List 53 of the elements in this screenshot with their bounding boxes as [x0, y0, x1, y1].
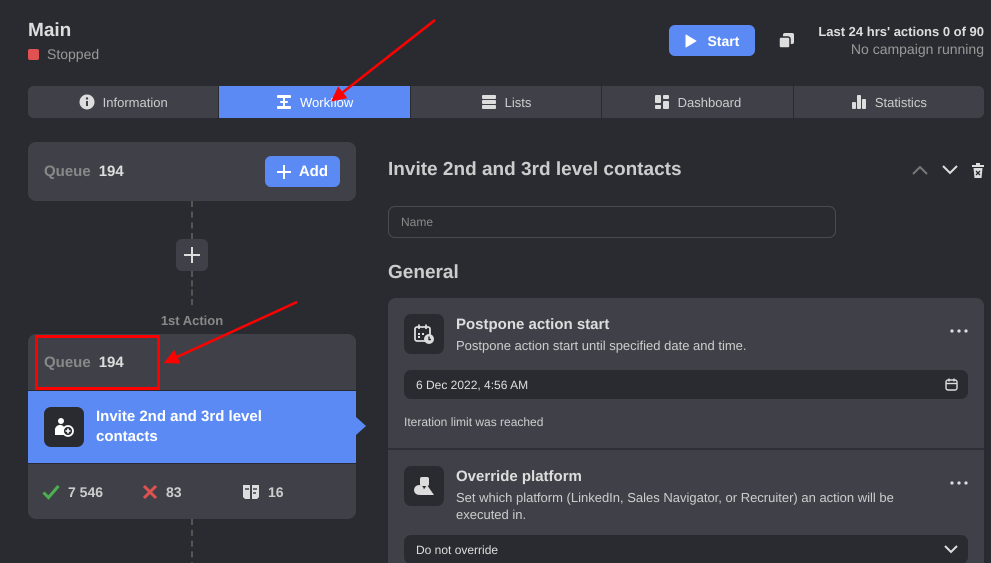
info-icon: [78, 94, 95, 110]
queue-count: 194: [98, 354, 124, 370]
dashboard-icon: [654, 94, 670, 110]
pointer-notch: [356, 417, 366, 435]
workflow-icon: [276, 94, 292, 110]
add-button[interactable]: Add: [264, 156, 340, 187]
chevron-down-icon: [944, 545, 958, 554]
status-label: Stopped: [47, 46, 100, 62]
queue-label: Queue: [44, 354, 91, 370]
plus-icon: [276, 164, 291, 178]
platform-dropdown[interactable]: Do not override: [404, 535, 968, 563]
stat-value: 83: [166, 484, 182, 500]
add-step-button[interactable]: [176, 239, 208, 271]
chevron-up-icon[interactable]: [912, 165, 928, 175]
tab[interactable]: Workflow: [219, 86, 411, 118]
check-icon: [42, 484, 60, 500]
more-icon: [950, 328, 968, 332]
add-person-icon: [53, 416, 75, 438]
campaign-title: Main: [28, 20, 72, 42]
bar-chart-icon: [850, 94, 867, 110]
calendar-clock-icon: [413, 323, 435, 345]
name-field[interactable]: Name: [388, 206, 836, 238]
action-title: Invite 2nd and 3rd level contacts: [96, 407, 263, 447]
shapes-icon: [413, 475, 435, 497]
more-icon: [950, 480, 968, 484]
section-title: General: [388, 262, 460, 284]
campaign-status: No campaign running: [850, 41, 984, 57]
copy-icon[interactable]: [779, 33, 794, 48]
tab[interactable]: Statistics: [794, 86, 984, 118]
skip-doc-icon: [242, 482, 260, 500]
detail-title: Invite 2nd and 3rd level contacts: [388, 159, 683, 181]
setting-title: Postpone action start: [456, 316, 610, 333]
cross-icon: [142, 484, 158, 500]
date-field[interactable]: 6 Dec 2022, 4:56 AM: [404, 370, 968, 399]
stat-value: 16: [268, 484, 284, 500]
plus-icon: [184, 247, 200, 263]
calendar-icon: [945, 378, 958, 391]
delete-icon[interactable]: [972, 162, 984, 178]
setting-note: Iteration limit was reached: [404, 415, 544, 430]
step-label: 1st Action: [160, 313, 224, 328]
queue-label: Queue: [44, 163, 91, 180]
start-button[interactable]: Start: [669, 25, 756, 56]
list-icon: [480, 94, 497, 110]
setting-description: Postpone action start until specified date and time.: [456, 337, 747, 354]
tab[interactable]: Information: [28, 86, 220, 118]
chevron-down-icon[interactable]: [942, 165, 958, 175]
action-row[interactable]: Invite 2nd and 3rd level contacts: [28, 390, 356, 464]
actions-summary: Last 24 hrs' actions 0 of 90: [818, 24, 984, 39]
setting-title: Override platform: [456, 468, 583, 485]
play-icon: [685, 34, 698, 48]
queue-count: 194: [98, 163, 124, 180]
stat-value: 7 546: [68, 484, 104, 500]
setting-description: Set which platform (LinkedIn, Sales Navigator, or Recruiter) an action will be executed in.: [456, 489, 895, 523]
